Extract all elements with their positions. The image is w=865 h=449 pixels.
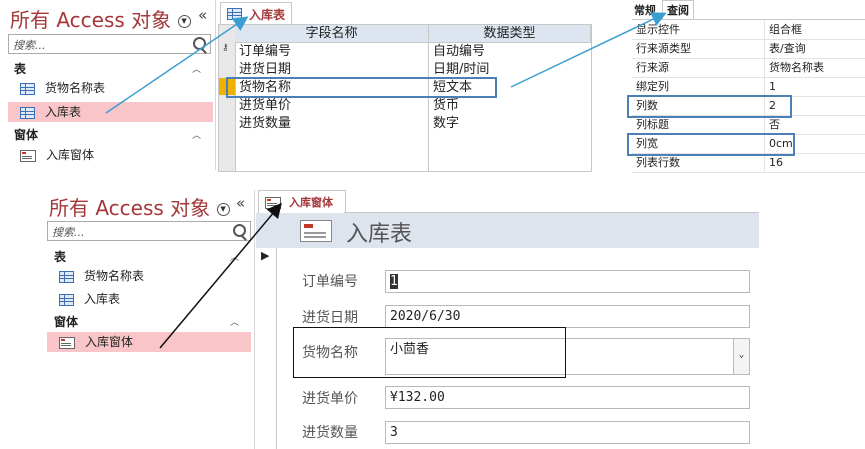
arrow-row-to-lookup-tab <box>510 12 667 88</box>
arrow-nav-to-table-tab <box>105 16 249 114</box>
annotation-arrows <box>105 12 667 349</box>
arrow-nav-to-form-tab <box>159 202 282 349</box>
